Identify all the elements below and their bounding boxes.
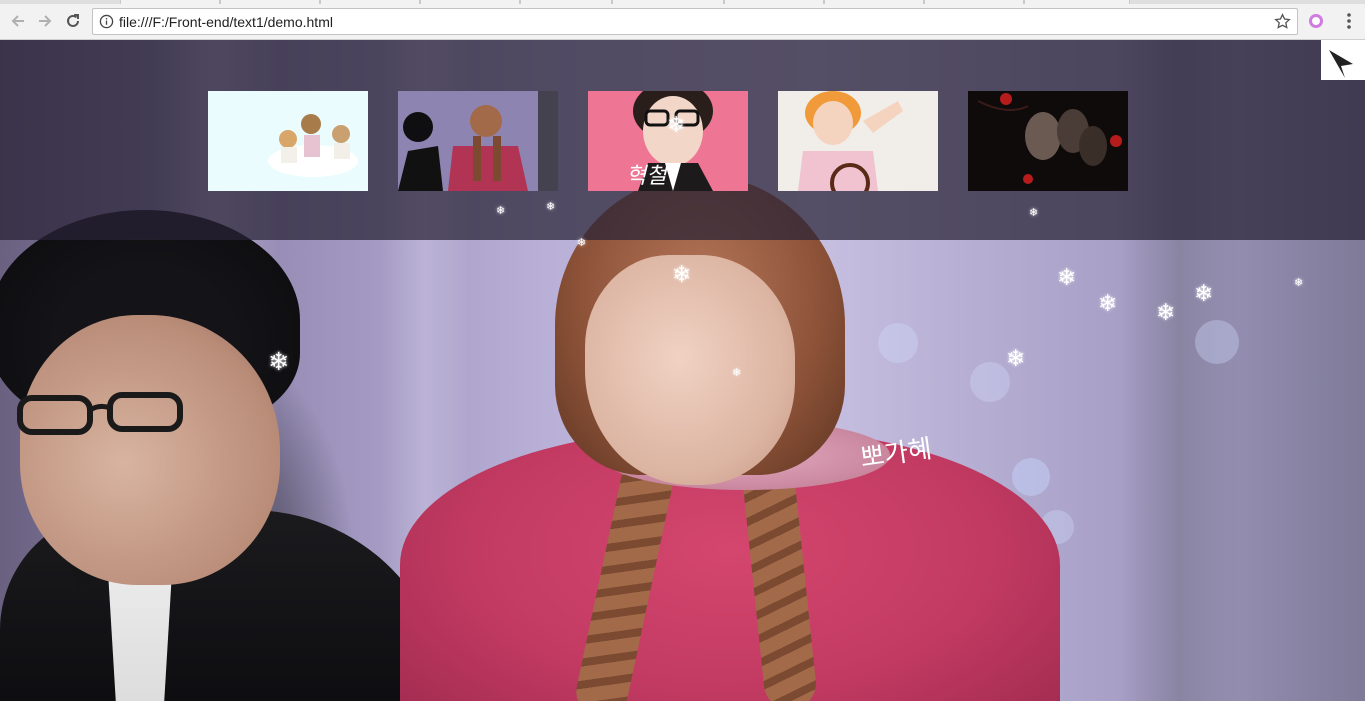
cursor-arrow-icon [1329,50,1353,78]
address-bar[interactable]: file:///F:/Front-end/text1/demo.html [92,8,1298,35]
arrow-left-icon [11,15,24,27]
snowflake: ❄ [1057,265,1077,291]
snowflake: ❄ [1156,300,1176,326]
thumbnail-bar: 혁철 [0,40,1365,240]
snowflake: ❄ [1194,281,1214,307]
info-icon[interactable] [99,14,114,34]
corner-toggle-button[interactable] [1321,40,1365,80]
back-button[interactable] [7,10,29,32]
svg-text:혁철: 혁철 [626,164,668,189]
forward-button[interactable] [34,10,56,32]
snowflake: ❄ [1294,276,1304,289]
person-right-face [585,255,795,485]
thumbnail-3[interactable]: 혁철 [588,91,748,191]
reload-icon [67,14,79,27]
browser-toolbar: file:///F:/Front-end/text1/demo.html [0,4,1365,40]
page-viewport: 뽀가혜 혁철 ❄ ❄ ❄ ❄ ❄ ❄ ❄ ❄ ❄ ❄ ❄ ❄ ❄ ❄ [0,40,1365,701]
snowflake: ❄ [577,236,587,249]
thumbnail-1[interactable] [208,91,368,191]
snowflake: ❄ [1006,346,1026,372]
glasses-graphic [17,392,183,435]
star-icon[interactable] [1274,13,1291,35]
snowflake: ❄ [546,200,556,213]
extension-icon[interactable] [1307,12,1325,30]
thumbnail-5[interactable] [968,91,1128,191]
snowflake: ❄ [496,204,506,217]
thumbnail-2[interactable] [398,91,558,191]
url-text[interactable]: file:///F:/Front-end/text1/demo.html [119,14,333,30]
thumbnail-4[interactable] [778,91,938,191]
snowflake: ❄ [1098,291,1118,317]
snowflake: ❄ [672,262,692,288]
snowflake: ❄ [268,347,289,376]
snowflake: ❄ [1029,206,1039,219]
arrow-right-icon [39,15,52,27]
reload-button[interactable] [62,10,84,32]
snowflake: ❄ [667,113,686,138]
snowflake: ❄ [732,366,742,379]
more-menu-icon[interactable] [1340,11,1358,31]
person-left-face [20,315,280,585]
